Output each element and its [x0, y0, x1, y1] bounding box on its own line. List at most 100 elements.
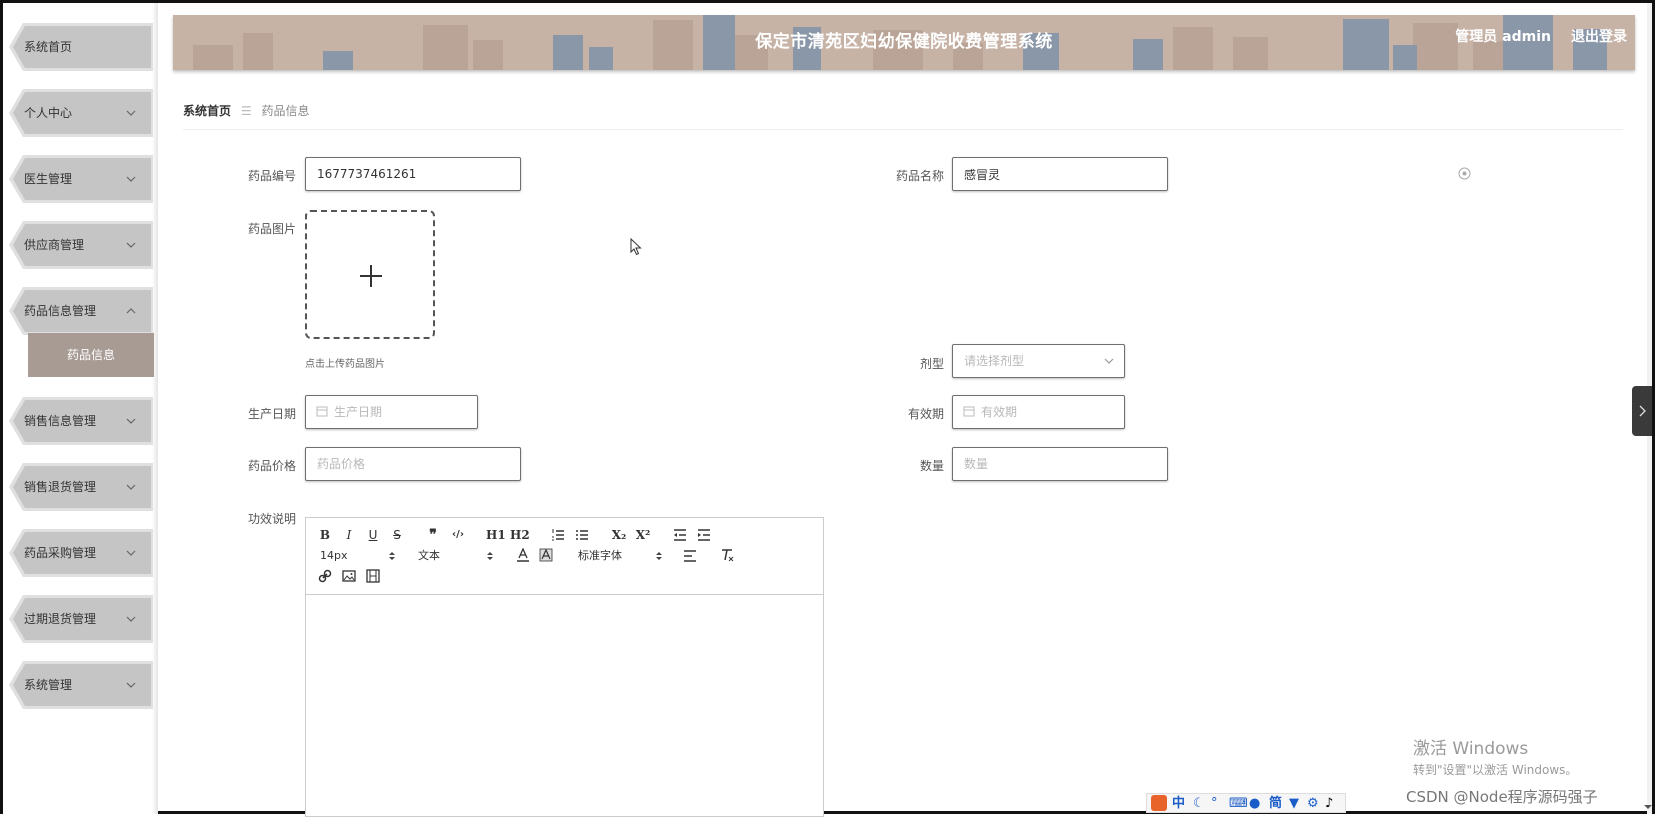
production-date-label: 生产日期 [247, 407, 296, 421]
superscript-button[interactable]: X² [634, 526, 652, 544]
sidebar-item-expired-return-management[interactable]: 过期退货管理 [9, 595, 153, 643]
breadcrumb-divider [183, 129, 1623, 130]
underline-button[interactable]: U [366, 526, 380, 544]
sidebar-item-label: 个人中心 [24, 106, 73, 120]
chevron-down-icon [126, 484, 136, 490]
sidebar-item-drug-info-management[interactable]: 药品信息管理 [9, 287, 153, 335]
upload-tip: 点击上传药品图片 [305, 359, 385, 370]
sidebar-item-supplier-management[interactable]: 供应商管理 [9, 221, 153, 269]
updown-icon [487, 552, 493, 560]
chevron-down-icon [126, 550, 136, 556]
font-family-select[interactable]: 标准字体 [578, 547, 662, 565]
expiry-date-picker[interactable] [952, 395, 1125, 429]
bullet-list-icon[interactable] [575, 528, 589, 542]
align-icon[interactable] [683, 549, 697, 563]
quantity-input[interactable] [952, 447, 1168, 481]
sidebar-item-system-management[interactable]: 系统管理 [9, 661, 153, 709]
font-family-value: 标准字体 [578, 549, 622, 562]
ime-toolbar: 中 ☾ ° ⌨ ● 简 ▼ ⚙ ♪ [1146, 793, 1346, 813]
sidebar-item-label: 供应商管理 [24, 238, 85, 252]
rich-text-editor: B I U S ❞ ‹/› H1 H2 X₂ X² 14px 文本 标准字体 [305, 517, 824, 817]
chevron-down-icon [126, 110, 136, 116]
sidebar-subitem-drug-info[interactable]: 药品信息 [28, 333, 154, 377]
video-icon[interactable] [366, 569, 380, 583]
bold-button[interactable]: B [318, 526, 332, 544]
chevron-down-icon [1104, 358, 1114, 364]
font-color-icon[interactable] [516, 548, 530, 562]
outdent-icon[interactable] [673, 528, 687, 542]
image-icon[interactable] [342, 569, 356, 583]
sidebar-item-sales-info-management[interactable]: 销售信息管理 [9, 397, 153, 445]
breadcrumb: 系统首页 ☰ 药品信息 [183, 102, 309, 119]
code-block-button[interactable]: ‹/› [448, 526, 468, 544]
logout-button[interactable]: 退出登录 [1571, 15, 1627, 60]
chevron-down-icon [126, 682, 136, 688]
clear-format-icon[interactable] [720, 548, 734, 562]
dosage-select-placeholder: 请选择剂型 [964, 354, 1025, 368]
font-size-select[interactable]: 14px [320, 547, 395, 565]
sidebar-item-label: 销售信息管理 [24, 414, 97, 428]
editor-toolbar: B I U S ❞ ‹/› H1 H2 X₂ X² 14px 文本 标准字体 [306, 518, 823, 595]
heading-1-button[interactable]: H1 [486, 526, 506, 544]
sidebar-item-doctor-management[interactable]: 医生管理 [9, 155, 153, 203]
ime-simplified[interactable]: 简 [1269, 795, 1282, 813]
heading-2-button[interactable]: H2 [510, 526, 530, 544]
header-banner: 保定市清苑区妇幼保健院收费管理系统 管理员 admin 退出登录 [173, 15, 1635, 70]
scroll-down-arrow-icon[interactable] [1644, 803, 1652, 811]
chevron-down-icon [126, 242, 136, 248]
moon-icon[interactable]: ☾ [1193, 795, 1205, 813]
ime-chinese-mode[interactable]: 中 [1172, 795, 1185, 813]
windows-watermark-line1: 激活 Windows [1413, 739, 1529, 759]
indent-icon[interactable] [697, 528, 711, 542]
windows-activation-watermark: 激活 Windows 转到"设置"以激活 Windows。 [1413, 734, 1577, 778]
tiktok-icon[interactable]: ♪ [1325, 795, 1333, 813]
image-upload-button[interactable] [305, 210, 435, 339]
csdn-watermark: CSDN @Node程序源码强子 [1406, 788, 1598, 806]
sidebar-item-home[interactable]: 系统首页 [9, 23, 153, 71]
background-color-icon[interactable] [539, 548, 553, 562]
subscript-button[interactable]: X₂ [610, 526, 628, 544]
shirt-icon[interactable]: ▼ [1289, 795, 1299, 813]
dosage-select[interactable]: 请选择剂型 [952, 344, 1125, 378]
keyboard-icon[interactable]: ⌨ [1229, 795, 1248, 813]
plus-icon-vertical [370, 265, 372, 287]
sidebar-item-label: 过期退货管理 [24, 612, 97, 626]
mouse-cursor-icon [630, 238, 642, 256]
expiry-date-input[interactable] [979, 396, 1099, 428]
close-circle-icon[interactable] [1458, 167, 1471, 180]
breadcrumb-separator-icon: ☰ [240, 104, 252, 118]
punctuation-icon[interactable]: ° [1211, 795, 1218, 813]
breadcrumb-home-link[interactable]: 系统首页 [183, 104, 231, 118]
updown-icon [389, 552, 395, 560]
sidebar-item-personal-center[interactable]: 个人中心 [9, 89, 153, 137]
user-icon[interactable]: ● [1249, 795, 1260, 813]
production-date-input[interactable] [332, 396, 452, 428]
current-user-label: 管理员 admin [1455, 29, 1551, 45]
font-size-value: 14px [320, 549, 348, 562]
sidebar-item-label: 系统管理 [24, 678, 73, 692]
chevron-down-icon [126, 176, 136, 182]
editor-content-area[interactable] [306, 596, 823, 816]
drug-price-label: 药品价格 [247, 459, 296, 473]
production-date-picker[interactable] [305, 395, 478, 429]
strike-button[interactable]: S [390, 526, 404, 544]
blockquote-button[interactable]: ❞ [426, 526, 440, 544]
ime-logo-icon [1151, 795, 1167, 811]
drug-name-input[interactable] [952, 157, 1168, 191]
italic-button[interactable]: I [342, 526, 356, 544]
sidebar-item-drug-purchase-management[interactable]: 药品采购管理 [9, 529, 153, 577]
link-icon[interactable] [318, 569, 332, 583]
drug-name-label: 药品名称 [895, 169, 944, 183]
header-select[interactable]: 文本 [418, 547, 493, 565]
quantity-label: 数量 [919, 459, 944, 473]
page-title: 保定市清苑区妇幼保健院收费管理系统 [755, 32, 1053, 52]
drug-code-label: 药品编号 [247, 169, 296, 183]
description-label: 功效说明 [247, 512, 296, 526]
sidebar-item-label: 销售退货管理 [24, 480, 97, 494]
right-drawer-toggle[interactable] [1632, 386, 1652, 436]
gear-icon[interactable]: ⚙ [1307, 795, 1319, 813]
sidebar-item-sales-return-management[interactable]: 销售退货管理 [9, 463, 153, 511]
ordered-list-icon[interactable] [551, 528, 565, 542]
drug-price-input[interactable] [305, 447, 521, 481]
drug-code-input[interactable] [305, 157, 521, 191]
